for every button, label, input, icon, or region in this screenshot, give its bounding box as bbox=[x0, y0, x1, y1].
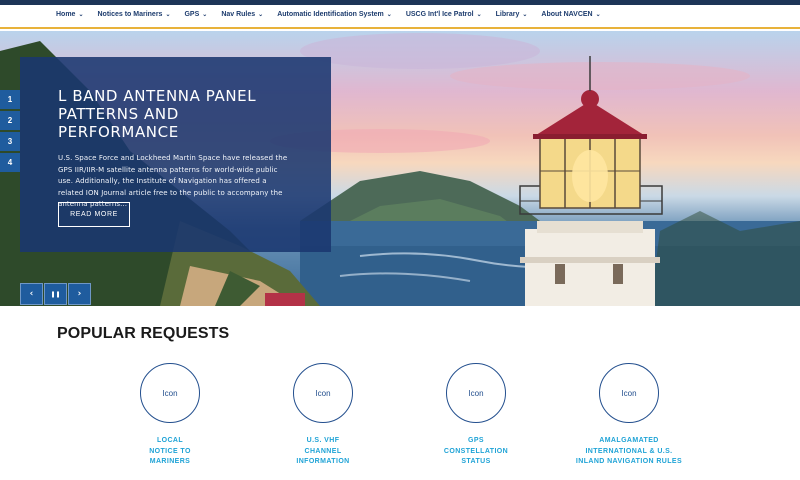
card-icon: Icon bbox=[140, 363, 200, 423]
chevron-left-icon: ‹ bbox=[29, 289, 34, 299]
nav-item-ice-patrol[interactable]: USCG Int'l Ice Patrol ⌄ bbox=[406, 11, 482, 18]
card-label: GPS CONSTELLATION STATUS bbox=[443, 437, 509, 465]
carousel-controls: ‹ ❚❚ › bbox=[20, 283, 92, 305]
next-slide-button[interactable]: › bbox=[68, 283, 91, 305]
card-gps-constellation-status[interactable]: Icon GPS CONSTELLATION STATUS bbox=[411, 363, 541, 468]
read-more-button[interactable]: READ MORE bbox=[58, 202, 130, 227]
chevron-down-icon: ⌄ bbox=[165, 12, 171, 18]
card-label: U.S. VHF CHANNEL INFORMATION bbox=[296, 437, 350, 465]
chevron-down-icon: ⌄ bbox=[258, 12, 264, 18]
chevron-down-icon: ⌄ bbox=[386, 12, 392, 18]
chevron-down-icon: ⌄ bbox=[202, 12, 208, 18]
card-navigation-rules[interactable]: Icon AMALGAMATED INTERNATIONAL & U.S. IN… bbox=[564, 363, 694, 468]
nav-item-about[interactable]: About NAVCEN ⌄ bbox=[541, 11, 600, 18]
nav-item-gps[interactable]: GPS ⌄ bbox=[184, 11, 207, 18]
card-vhf-channel-information[interactable]: Icon U.S. VHF CHANNEL INFORMATION bbox=[258, 363, 388, 468]
card-icon: Icon bbox=[446, 363, 506, 423]
pause-button[interactable]: ❚❚ bbox=[44, 283, 67, 305]
card-icon: Icon bbox=[599, 363, 659, 423]
chevron-down-icon: ⌄ bbox=[78, 12, 84, 18]
nav-item-home[interactable]: Home ⌄ bbox=[56, 11, 83, 18]
slide-tab-3[interactable]: 3 bbox=[0, 132, 20, 151]
nav-item-notices-to-mariners[interactable]: Notices to Mariners ⌄ bbox=[97, 11, 170, 18]
previous-slide-button[interactable]: ‹ bbox=[20, 283, 43, 305]
card-local-notice-to-mariners[interactable]: Icon LOCAL NOTICE TO MARINERS bbox=[105, 363, 235, 468]
hero-caption-panel: L BAND ANTENNA PANEL PATTERNS AND PERFOR… bbox=[20, 57, 331, 252]
card-icon: Icon bbox=[293, 363, 353, 423]
slide-tab-4[interactable]: 4 bbox=[0, 153, 20, 172]
chevron-right-icon: › bbox=[77, 289, 82, 299]
hero-title: L BAND ANTENNA PANEL PATTERNS AND PERFOR… bbox=[58, 87, 257, 141]
nav-item-library[interactable]: Library ⌄ bbox=[496, 11, 528, 18]
popular-requests-heading: POPULAR REQUESTS bbox=[57, 325, 230, 342]
pause-icon: ❚❚ bbox=[50, 290, 61, 298]
card-label: LOCAL NOTICE TO MARINERS bbox=[149, 437, 191, 465]
main-navigation: Home ⌄ Notices to Mariners ⌄ GPS ⌄ Nav Rule… bbox=[0, 5, 800, 29]
nav-item-ais[interactable]: Automatic Identification System ⌄ bbox=[277, 11, 392, 18]
slide-tab-2[interactable]: 2 bbox=[0, 111, 20, 130]
chevron-down-icon: ⌄ bbox=[595, 12, 601, 18]
slide-tab-1[interactable]: 1 bbox=[0, 90, 20, 109]
card-label: AMALGAMATED INTERNATIONAL & U.S. INLAND … bbox=[575, 437, 683, 465]
chevron-down-icon: ⌄ bbox=[522, 12, 528, 18]
chevron-down-icon: ⌄ bbox=[476, 12, 482, 18]
slide-tabs: 1 2 3 4 bbox=[0, 90, 20, 174]
nav-item-nav-rules[interactable]: Nav Rules ⌄ bbox=[221, 11, 263, 18]
